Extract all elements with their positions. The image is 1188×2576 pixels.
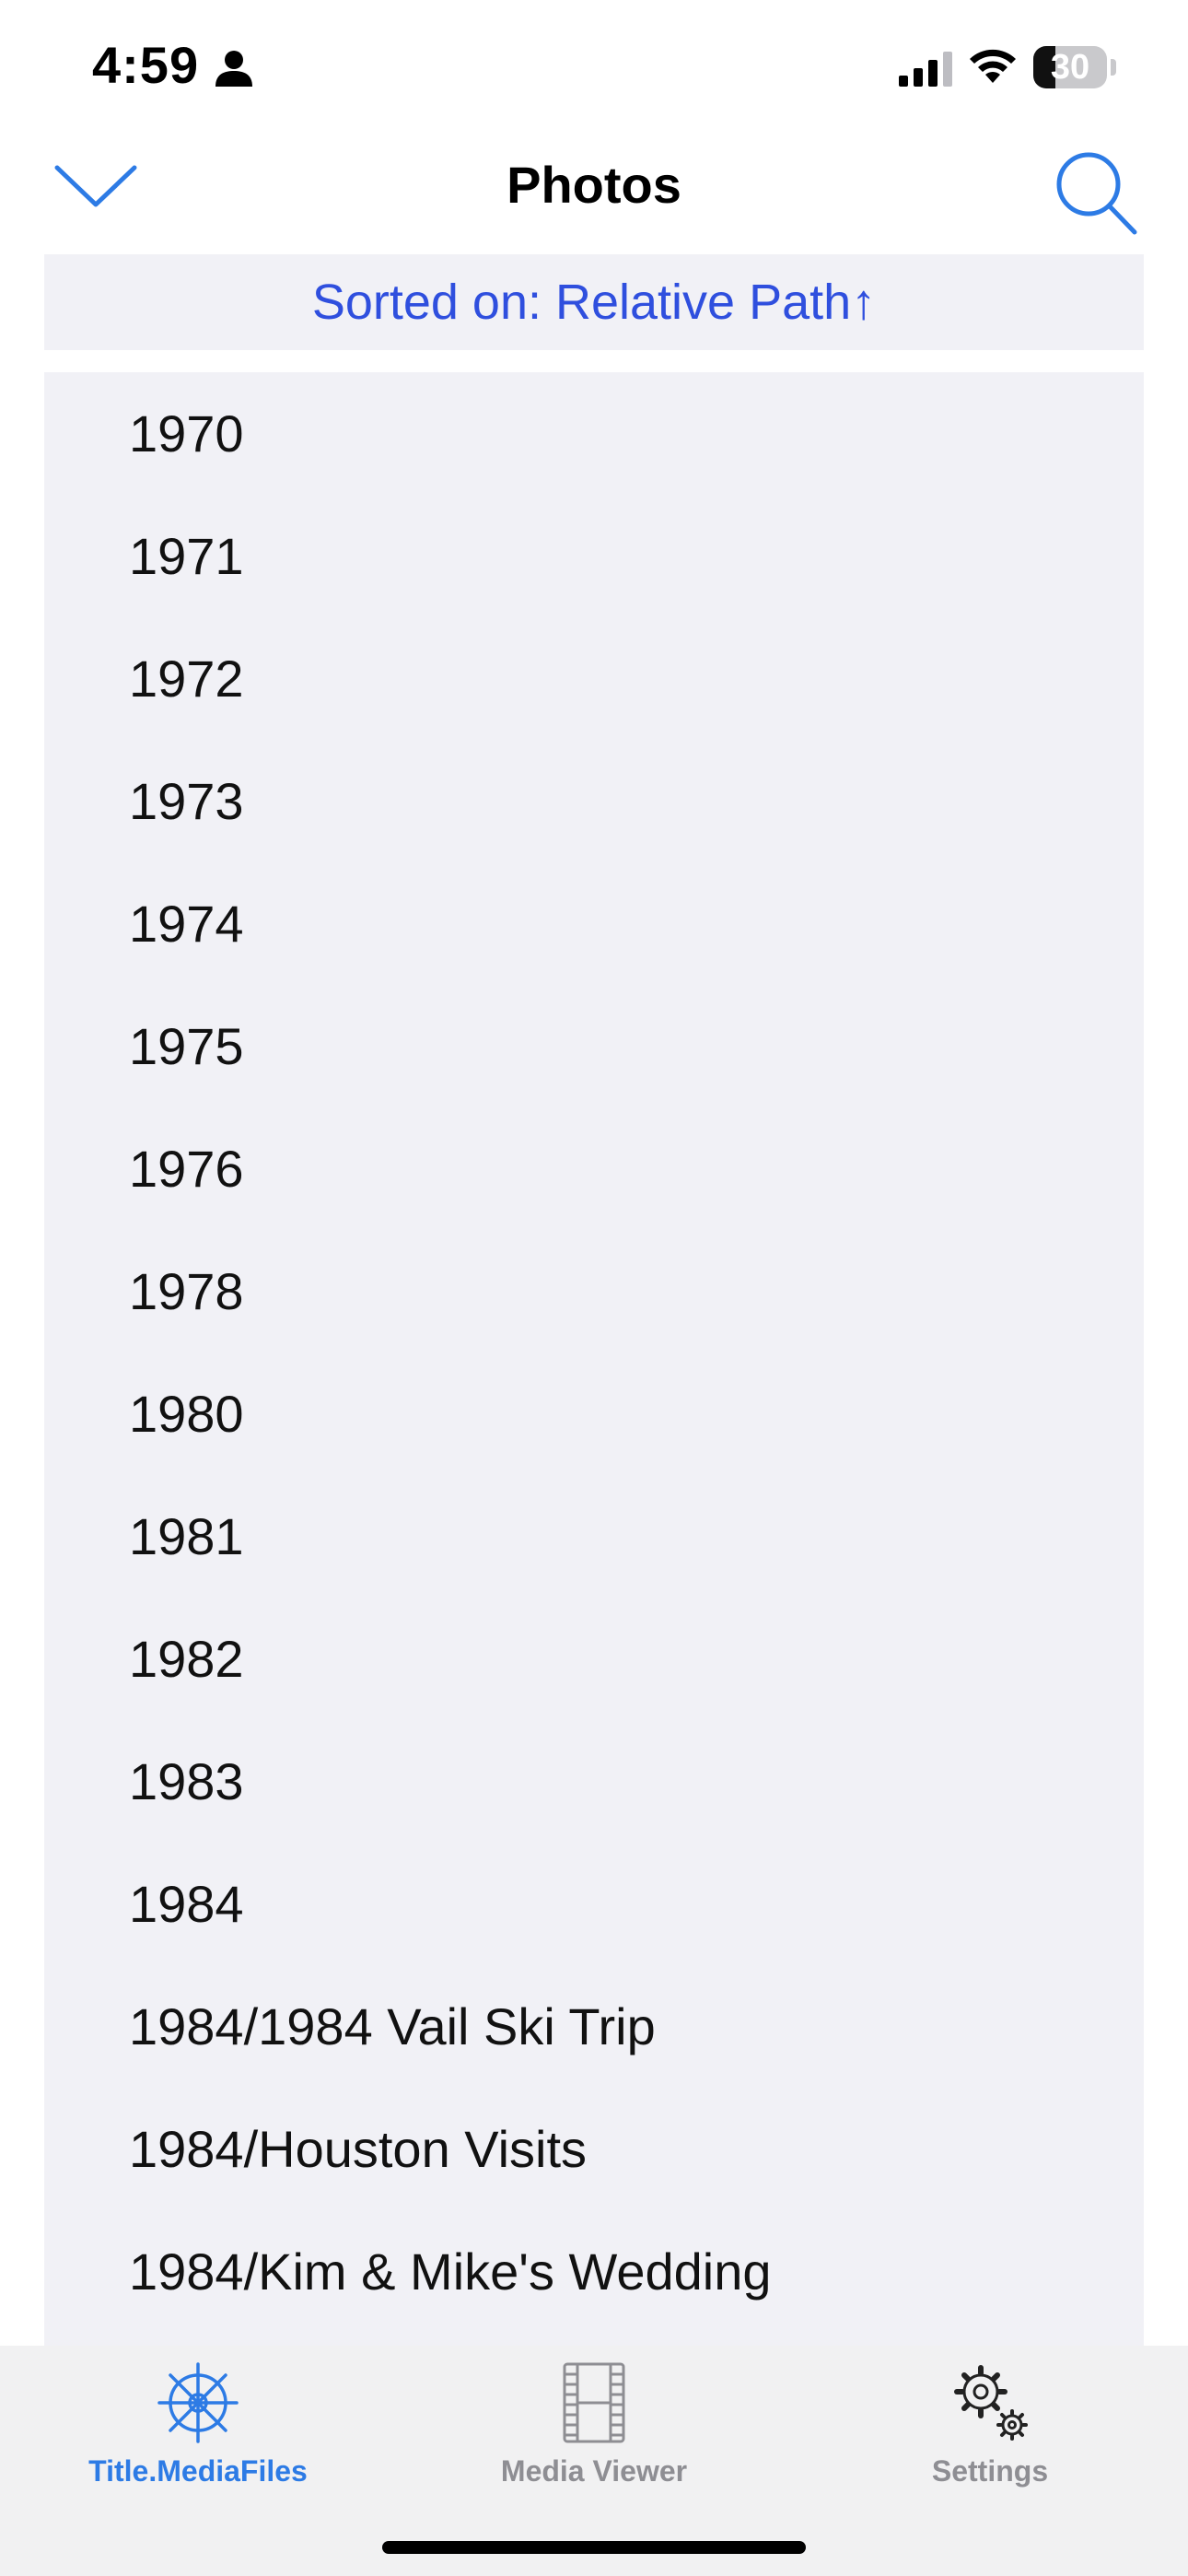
list-item-label: 1975 bbox=[129, 1017, 244, 1075]
list-item-label: 1978 bbox=[129, 1262, 244, 1320]
status-time: 4:59 bbox=[92, 36, 200, 94]
list-item[interactable]: 1980 bbox=[44, 1352, 1144, 1475]
list-item[interactable]: 1975 bbox=[44, 985, 1144, 1107]
tab-settings[interactable]: Settings bbox=[792, 2346, 1188, 2512]
ship-wheel-icon bbox=[157, 2362, 239, 2443]
page-title: Photos bbox=[507, 156, 681, 214]
list-item[interactable]: 1972 bbox=[44, 617, 1144, 740]
gears-icon bbox=[954, 2365, 1028, 2441]
battery-level: 30 bbox=[1050, 48, 1090, 87]
list-item[interactable]: 1974 bbox=[44, 862, 1144, 985]
list-item[interactable]: 1984/1984 Vail Ski Trip bbox=[44, 1965, 1144, 2088]
list-item-label: 1984/Kim & Mike's Wedding bbox=[129, 2242, 772, 2301]
list-item[interactable]: 1984 bbox=[44, 1843, 1144, 1965]
folder-list[interactable]: 1970 1971 1972 1973 1974 1975 1976 1978 1980 1981… bbox=[44, 372, 1144, 2353]
list-item[interactable]: 1984/Houston Visits bbox=[44, 2088, 1144, 2210]
list-item[interactable]: 1982 bbox=[44, 1598, 1144, 1720]
list-item-label: 1971 bbox=[129, 527, 244, 585]
battery-icon: 30 bbox=[1033, 46, 1107, 88]
list-item-label: 1984/Houston Visits bbox=[129, 2120, 588, 2178]
chevron-down-icon[interactable] bbox=[52, 158, 140, 214]
list-item-label: 1983 bbox=[129, 1752, 244, 1810]
list-item-label: 1976 bbox=[129, 1140, 244, 1198]
list-item-label: 1982 bbox=[129, 1630, 244, 1688]
list-item[interactable]: 1973 bbox=[44, 740, 1144, 862]
search-icon[interactable] bbox=[1050, 147, 1142, 240]
tab-media-viewer[interactable]: Media Viewer bbox=[396, 2346, 792, 2512]
list-item[interactable]: 1978 bbox=[44, 1230, 1144, 1352]
list-item-label: 1973 bbox=[129, 772, 244, 830]
tab-label: Settings bbox=[931, 2454, 1049, 2488]
list-item[interactable]: 1976 bbox=[44, 1107, 1144, 1230]
sort-label: Sorted on: Relative Path↑ bbox=[311, 275, 877, 330]
tab-title-mediafiles[interactable]: Title.MediaFiles bbox=[0, 2346, 396, 2512]
list-item-label: 1970 bbox=[129, 404, 244, 463]
status-bar: 4:59 30 bbox=[0, 0, 1188, 138]
list-item[interactable]: 1970 bbox=[44, 372, 1144, 495]
sort-banner[interactable]: Sorted on: Relative Path↑ bbox=[44, 254, 1144, 350]
list-item-label: 1984/1984 Vail Ski Trip bbox=[129, 1997, 656, 2055]
list-item[interactable]: 1981 bbox=[44, 1475, 1144, 1598]
list-item[interactable]: 1984/Kim & Mike's Wedding bbox=[44, 2210, 1144, 2333]
list-item-label: 1972 bbox=[129, 650, 244, 708]
wifi-icon bbox=[970, 49, 1016, 83]
list-item-label: 1981 bbox=[129, 1507, 244, 1565]
battery-nub bbox=[1111, 59, 1116, 76]
list-item[interactable]: 1971 bbox=[44, 495, 1144, 617]
list-item[interactable]: 1983 bbox=[44, 1720, 1144, 1843]
cellular-signal-icon bbox=[899, 52, 952, 87]
list-item-label: 1984 bbox=[129, 1875, 244, 1933]
tab-label: Media Viewer bbox=[500, 2454, 688, 2488]
person-icon bbox=[215, 51, 252, 87]
film-strip-icon bbox=[563, 2362, 625, 2443]
tab-label: Title.MediaFiles bbox=[88, 2454, 308, 2488]
home-indicator bbox=[382, 2541, 806, 2554]
photos-screen: 4:59 30 Photos Sorted on: Relative Path↑… bbox=[0, 0, 1188, 2576]
list-item-label: 1980 bbox=[129, 1385, 244, 1443]
list-item-label: 1974 bbox=[129, 895, 244, 953]
